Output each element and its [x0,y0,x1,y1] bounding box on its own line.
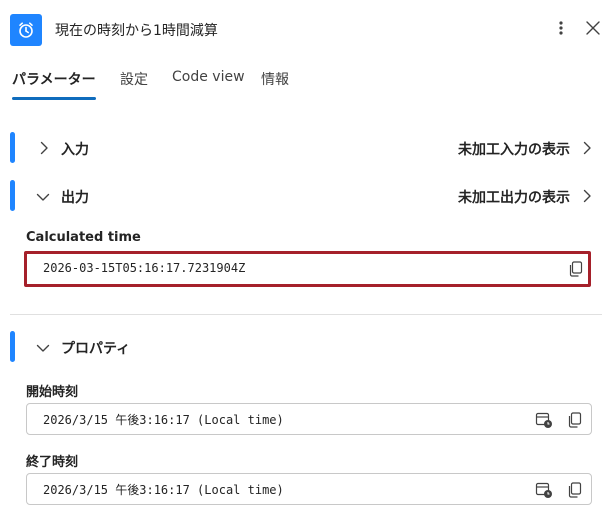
end-time-label: 終了時刻 [26,455,79,470]
copy-icon[interactable] [566,259,586,279]
close-icon [586,21,600,35]
calculated-time-value: 2026-03-15T05:16:17.7231904Z [43,261,246,275]
calendar-clock-icon[interactable] [534,480,554,500]
chevron-down-icon[interactable] [35,189,51,205]
calculated-time-label: Calculated time [26,230,141,245]
alarm-clock-icon [10,14,42,46]
section-divider [10,314,602,315]
tab-parameters[interactable]: パラメーター [12,69,96,89]
tab-code-view[interactable]: Code view [172,69,245,85]
output-section-title[interactable]: 出力 [61,187,89,207]
copy-icon[interactable] [565,410,585,430]
tab-bar: パラメーター 設定 Code view 情報 [0,62,602,102]
copy-icon[interactable] [565,480,585,500]
panel-title: 現在の時刻から1時間減算 [55,23,218,39]
input-section-bar [10,132,15,163]
chevron-right-icon[interactable] [36,140,52,156]
show-raw-inputs-link[interactable]: 未加工入力の表示 [458,139,570,159]
end-time-field[interactable]: 2026/3/15 午後3:16:17 (Local time) [26,473,592,505]
more-vertical-icon [559,21,563,35]
chevron-right-icon[interactable] [579,140,595,156]
chevron-right-icon[interactable] [579,188,595,204]
start-time-field[interactable]: 2026/3/15 午後3:16:17 (Local time) [26,403,592,435]
calendar-clock-icon[interactable] [534,410,554,430]
more-options-button[interactable] [551,16,571,40]
start-time-value: 2026/3/15 午後3:16:17 (Local time) [43,413,284,427]
output-section-bar [10,180,15,211]
panel-header: 現在の時刻から1時間減算 [0,0,602,60]
end-time-value: 2026/3/15 午後3:16:17 (Local time) [43,483,284,497]
close-button[interactable] [582,16,602,40]
tab-info[interactable]: 情報 [261,69,289,89]
properties-section-bar [10,331,15,362]
properties-section-title[interactable]: プロパティ [61,338,130,358]
chevron-down-icon[interactable] [35,340,51,356]
start-time-label: 開始時刻 [26,385,79,400]
show-raw-outputs-link[interactable]: 未加工出力の表示 [458,187,570,207]
calculated-time-field[interactable]: 2026-03-15T05:16:17.7231904Z [24,251,591,287]
tab-settings[interactable]: 設定 [120,69,148,89]
active-tab-indicator [12,97,96,100]
input-section-title[interactable]: 入力 [61,139,89,159]
